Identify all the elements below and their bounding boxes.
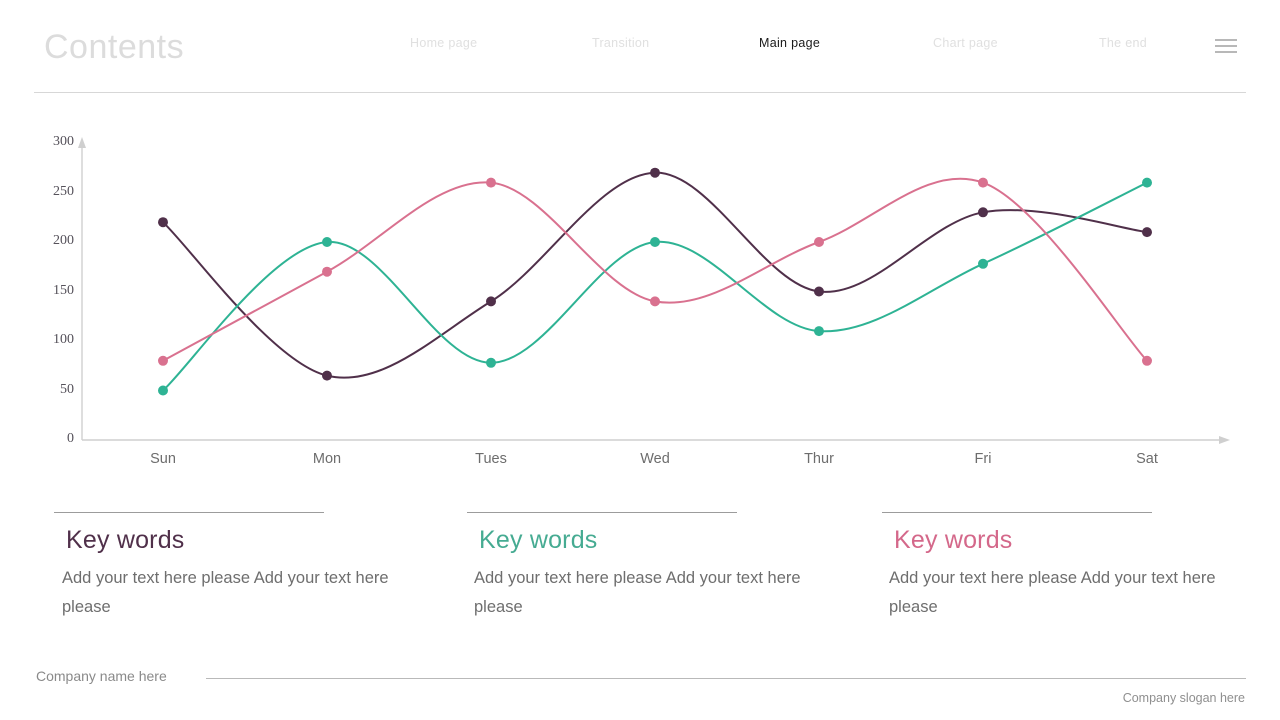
y-tick-label: 150 [53,282,74,298]
x-axis-arrow [1219,436,1230,444]
data-point[interactable] [158,217,168,228]
y-tick-label: 50 [60,381,74,397]
nav-item-main-page[interactable]: Main page [759,36,820,50]
company-slogan: Company slogan here [1122,691,1245,705]
x-tick-label: Fri [974,451,992,467]
data-point[interactable] [650,167,660,178]
y-tick-label: 300 [53,134,74,149]
keyword-divider [54,512,324,513]
y-tick-label: 100 [53,332,74,347]
x-tick-label: Thur [804,451,834,467]
top-navigation: Home page Transition Main page Chart pag… [380,36,1180,56]
data-point[interactable] [814,286,824,297]
x-tick-label: Tues [475,451,507,467]
page-title: Contents [44,28,185,66]
data-point[interactable] [158,355,168,366]
data-point[interactable] [1142,355,1152,366]
company-name: Company name here [36,668,167,684]
data-point[interactable] [1142,227,1152,238]
data-point[interactable] [978,177,988,188]
keyword-body: Add your text here please Add your text … [62,569,389,616]
data-point[interactable] [650,237,660,247]
y-tick-label: 200 [53,233,74,248]
hamburger-menu-icon[interactable] [1215,39,1237,53]
y-tick-label: 0 [67,431,74,446]
chart-series-layer [158,167,1152,396]
data-point[interactable] [814,237,824,247]
x-tick-label: Wed [640,451,670,467]
y-tick-label: 250 [53,183,74,199]
data-point[interactable] [650,296,660,307]
data-point[interactable] [158,385,168,396]
data-point[interactable] [814,326,824,337]
chart-canvas [78,137,1230,444]
data-point[interactable] [978,207,988,218]
chart-series-3 [158,177,1152,366]
data-point[interactable] [322,370,332,381]
series-line [162,181,1148,392]
series-line [162,177,1148,362]
x-tick-label: Sat [1136,451,1158,467]
line-chart: 300 250 200 150 100 50 0 Sun Mon Tues Wed Thur Fri S… [0,110,1280,480]
data-point[interactable] [486,296,496,307]
keyword-title: Key words [66,526,185,554]
page-footer: Company name here Company slogan here [0,660,1280,720]
nav-item-chart-page[interactable]: Chart page [933,36,998,50]
keyword-title: Key words [894,526,1013,554]
nav-item-transition[interactable]: Transition [592,36,649,50]
data-point[interactable] [322,266,332,277]
keyword-body: Add your text here please Add your text … [889,569,1216,616]
nav-item-home-page[interactable]: Home page [410,36,477,50]
y-axis-arrow [78,137,86,148]
header-divider [34,92,1246,93]
footer-divider [206,678,1246,679]
page-header: Contents Home page Transition Main page … [0,0,1280,93]
nav-item-the-end[interactable]: The end [1099,36,1147,50]
chart-series-1 [158,167,1152,381]
data-point[interactable] [1142,177,1152,188]
hamburger-line [1215,50,1237,53]
keyword-title: Key words [479,526,598,554]
data-point[interactable] [322,237,332,247]
data-point[interactable] [978,258,988,269]
keyword-body: Add your text here please Add your text … [474,569,801,616]
series-line [162,171,1148,379]
data-point[interactable] [486,357,496,368]
keyword-divider [467,512,737,513]
hamburger-line [1215,44,1237,47]
keyword-divider [882,512,1152,513]
data-point[interactable] [486,177,496,188]
x-tick-label: Mon [312,451,342,467]
slide-root: Contents Home page Transition Main page … [0,0,1280,720]
hamburger-line [1215,39,1237,41]
x-tick-label: Sun [150,451,176,467]
